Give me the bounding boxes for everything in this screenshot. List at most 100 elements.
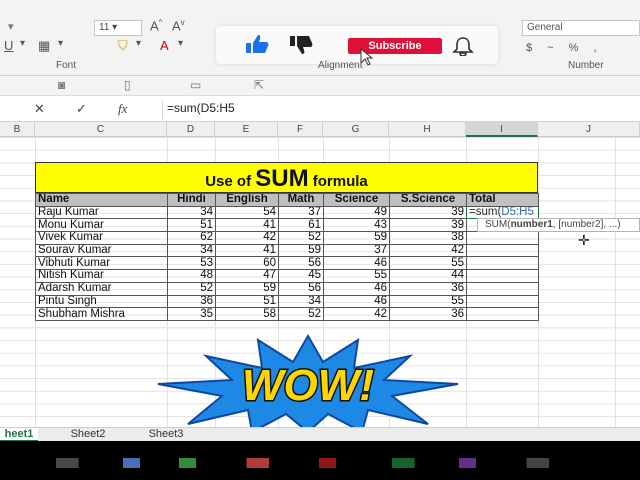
- bell-icon[interactable]: [452, 36, 474, 56]
- cell-sscience[interactable]: 38: [389, 231, 467, 245]
- cell-science[interactable]: 37: [323, 243, 390, 258]
- cancel-icon[interactable]: ✕: [34, 101, 45, 117]
- cell-total[interactable]: [466, 243, 539, 258]
- cell-hindi[interactable]: 36: [167, 294, 216, 309]
- cell-name[interactable]: Nitish Kumar: [35, 269, 168, 283]
- cell-science[interactable]: 49: [323, 205, 390, 220]
- cell-name[interactable]: Shubham Mishra: [35, 307, 168, 321]
- header-math[interactable]: Math: [278, 193, 324, 207]
- number-format-symbols[interactable]: $ ~ % ,: [526, 42, 603, 54]
- taskbar-icons[interactable]: [56, 458, 616, 468]
- header-total[interactable]: Total: [466, 193, 539, 207]
- cell-name[interactable]: Sourav Kumar: [35, 243, 168, 258]
- cell-name[interactable]: Raju Kumar: [35, 205, 168, 220]
- cell-english[interactable]: 47: [215, 269, 279, 283]
- header-science[interactable]: Science: [323, 193, 390, 207]
- cell-science[interactable]: 59: [323, 231, 390, 245]
- cell-science[interactable]: 43: [323, 218, 390, 233]
- cell-total[interactable]: [466, 307, 539, 321]
- cell-hindi[interactable]: 53: [167, 256, 216, 271]
- fill-color-icon[interactable]: ⛉: [118, 38, 128, 54]
- insert-function-icon[interactable]: fx: [118, 101, 127, 117]
- cell-hindi[interactable]: 52: [167, 281, 216, 296]
- borders-dropdown-icon[interactable]: ▾: [58, 38, 63, 49]
- cell-sscience[interactable]: 55: [389, 256, 467, 271]
- cell-math[interactable]: 52: [278, 231, 324, 245]
- cell-sscience[interactable]: 39: [389, 205, 467, 220]
- cell-total[interactable]: [466, 294, 539, 309]
- cell-english[interactable]: 60: [215, 256, 279, 271]
- cell-sscience[interactable]: 55: [389, 294, 467, 309]
- cell-science[interactable]: 55: [323, 269, 390, 283]
- cell-science[interactable]: 46: [323, 281, 390, 296]
- formula-input[interactable]: =sum(D5:H5: [162, 101, 235, 119]
- tab-sheet1[interactable]: heet1: [0, 428, 38, 442]
- font-size-dropdown[interactable]: 11 ▾: [94, 20, 142, 36]
- column-header-h[interactable]: H: [389, 122, 466, 137]
- cell-hindi[interactable]: 34: [167, 205, 216, 220]
- cell-math[interactable]: 52: [278, 307, 324, 321]
- font-color-dropdown-icon[interactable]: ▾: [178, 38, 183, 49]
- number-format-dropdown[interactable]: General: [522, 20, 640, 36]
- cell-english[interactable]: 54: [215, 205, 279, 220]
- cell-hindi[interactable]: 34: [167, 243, 216, 258]
- column-header-i[interactable]: I: [466, 122, 538, 137]
- cell-total[interactable]: [466, 256, 539, 271]
- enter-icon[interactable]: ✓: [76, 101, 87, 117]
- font-name-dropdown-tail[interactable]: ▾: [8, 20, 14, 33]
- cell-hindi[interactable]: 35: [167, 307, 216, 321]
- cell-name[interactable]: Vivek Kumar: [35, 231, 168, 245]
- cell-math[interactable]: 56: [278, 256, 324, 271]
- column-header-d[interactable]: D: [167, 122, 215, 137]
- cell-math[interactable]: 34: [278, 294, 324, 309]
- active-cell-total[interactable]: =sum(D5:H5: [466, 205, 539, 220]
- cell-hindi[interactable]: 48: [167, 269, 216, 283]
- header-sscience[interactable]: S.Science: [389, 193, 467, 207]
- tab-sheet2[interactable]: Sheet2: [58, 428, 118, 442]
- sheet-title-cell[interactable]: Use of SUM formula: [35, 162, 538, 193]
- cell-english[interactable]: 51: [215, 294, 279, 309]
- fill-color-dropdown-icon[interactable]: ▾: [136, 38, 141, 49]
- column-header-b[interactable]: B: [0, 122, 35, 137]
- column-header-j[interactable]: J: [538, 122, 640, 137]
- underline-options-icon[interactable]: ▾: [20, 38, 25, 49]
- cell-english[interactable]: 42: [215, 231, 279, 245]
- cell-math[interactable]: 37: [278, 205, 324, 220]
- cell-total[interactable]: [466, 281, 539, 296]
- header-hindi[interactable]: Hindi: [167, 193, 216, 207]
- borders-icon[interactable]: ▦: [38, 38, 50, 54]
- cell-science[interactable]: 46: [323, 294, 390, 309]
- cell-sscience[interactable]: 42: [389, 243, 467, 258]
- header-name[interactable]: Name: [35, 193, 168, 207]
- column-header-f[interactable]: F: [278, 122, 323, 137]
- increase-font-icon[interactable]: A^: [150, 18, 162, 33]
- cell-english[interactable]: 59: [215, 281, 279, 296]
- cell-sscience[interactable]: 36: [389, 307, 467, 321]
- like-icon[interactable]: [244, 34, 270, 54]
- header-english[interactable]: English: [215, 193, 279, 207]
- cursor-tool-icon[interactable]: ⇱: [254, 78, 264, 92]
- cell-sscience[interactable]: 36: [389, 281, 467, 296]
- cell-english[interactable]: 41: [215, 218, 279, 233]
- column-header-e[interactable]: E: [215, 122, 278, 137]
- cell-hindi[interactable]: 51: [167, 218, 216, 233]
- cell-math[interactable]: 59: [278, 243, 324, 258]
- cell-total[interactable]: [466, 269, 539, 283]
- decrease-font-icon[interactable]: Av: [172, 18, 185, 33]
- camera-icon[interactable]: ◙: [58, 78, 65, 92]
- function-tooltip[interactable]: SUM(number1, [number2], ...): [477, 218, 640, 232]
- column-header-c[interactable]: C: [35, 122, 167, 137]
- underline-icon[interactable]: U: [4, 38, 13, 53]
- cell-total[interactable]: [466, 231, 539, 245]
- cell-science[interactable]: 42: [323, 307, 390, 321]
- cell-name[interactable]: Adarsh Kumar: [35, 281, 168, 296]
- font-color-icon[interactable]: A: [160, 38, 169, 53]
- column-header-g[interactable]: G: [323, 122, 389, 137]
- cell-science[interactable]: 46: [323, 256, 390, 271]
- tab-sheet3[interactable]: Sheet3: [134, 428, 198, 442]
- dislike-icon[interactable]: [288, 35, 314, 55]
- cell-name[interactable]: Vibhuti Kumar: [35, 256, 168, 271]
- cell-math[interactable]: 45: [278, 269, 324, 283]
- cell-name[interactable]: Monu Kumar: [35, 218, 168, 233]
- cell-english[interactable]: 58: [215, 307, 279, 321]
